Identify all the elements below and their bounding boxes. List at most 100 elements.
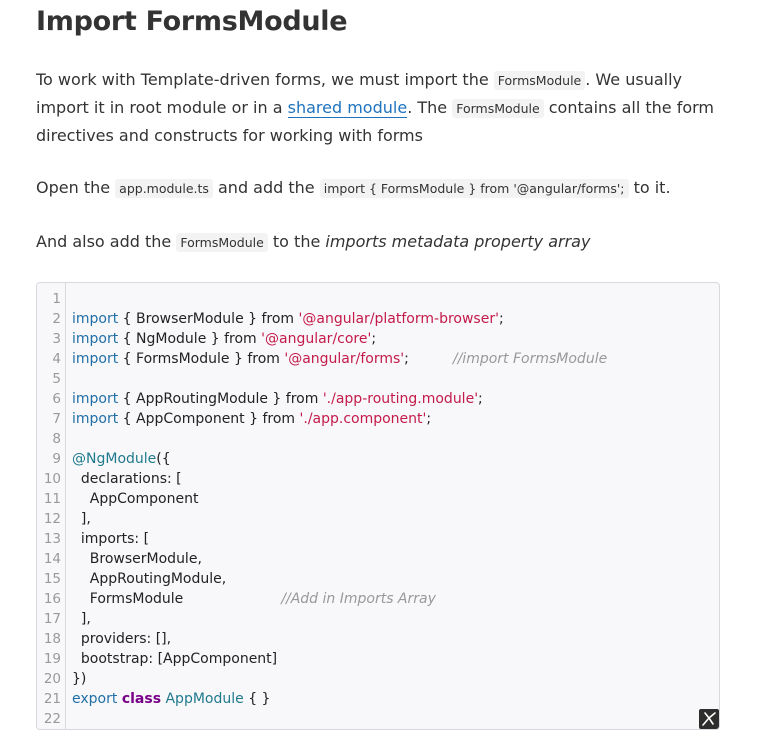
keyword: import [72,411,119,427]
keyword-class: class [121,691,162,707]
code-text: { } [243,691,271,707]
line-number: 17 [43,611,61,627]
code-comment: //import FormsModule [452,351,608,367]
imports-paragraph: And also add the FormsModule to the impo… [36,228,736,256]
line-number: 13 [43,531,61,547]
code-line: 8 [37,429,719,449]
string-literal: './app-routing.module' [322,391,479,407]
shared-module-link[interactable]: shared module [287,98,408,118]
code-text: ; [426,411,432,427]
keyword: import [72,311,119,327]
code-line: 1 [37,289,719,309]
code-text: ; [478,391,483,407]
code-line: 14 BrowserModule, [37,549,719,569]
code-line: 20}) [37,669,719,689]
code-line: 13 imports: [ [37,529,719,549]
code-text: FormsModule [72,591,184,607]
line-number: 6 [52,391,61,407]
code-text: { BrowserModule } from [118,311,299,327]
line-number: 21 [43,691,61,707]
para2-text-2: and add the [212,178,320,197]
para1-text-3: . The [407,98,453,117]
code-line: 2 import { BrowserModule } from '@angular… [37,309,719,329]
line-number: 16 [43,591,61,607]
code-text: { AppComponent } from [118,411,300,427]
class-name: AppModule [165,691,244,707]
code-line: 5 [37,369,719,389]
string-literal: '@angular/forms' [284,351,405,367]
line-number: 15 [43,571,61,587]
code-line: 6 import { AppRoutingModule } from './app… [37,389,719,409]
code-line: 21 export class AppModule { } [37,689,719,709]
line-number: 10 [43,471,61,487]
inline-code-import-statement: import { FormsModule } from '@angular/fo… [319,179,629,198]
line-number: 11 [43,491,61,507]
string-literal: '@angular/platform-browser' [298,311,499,327]
logo-glyph-icon [702,712,716,726]
inline-code-formsmodule-2: FormsModule [452,99,544,118]
code-line: 4 import { FormsModule } from '@angular/f… [37,349,719,369]
string-literal: './app.component' [299,411,427,427]
code-text: }) [72,671,87,687]
code-text: ; [404,351,409,367]
line-number: 5 [52,371,61,387]
intro-paragraph: To work with Template-driven forms, we m… [36,66,736,149]
code-text: ], [72,511,91,527]
code-line: 9 @NgModule({ [37,449,719,469]
imports-property-emphasis: imports metadata property array [325,232,591,251]
line-number: 20 [43,671,61,687]
code-text: { FormsModule } from [118,351,285,367]
keyword: import [72,331,119,347]
keyword: import [72,391,119,407]
code-line: 11 AppComponent [37,489,719,509]
code-text: ; [371,331,377,347]
code-line: 17 ], [37,609,719,629]
line-number: 12 [43,511,61,527]
line-number: 2 [52,311,61,327]
code-line: 19 bootstrap: [AppComponent] [37,649,719,669]
inline-code-formsmodule: FormsModule [493,71,586,90]
code-comment: //Add in Imports Array [281,591,436,607]
code-text: providers: [], [72,631,172,647]
line-number: 8 [52,431,61,447]
para3-text-2: to the [267,232,326,251]
line-number: 3 [52,331,61,347]
code-text: { NgModule } from [118,331,262,347]
code-line: 7 import { AppComponent } from './app.com… [37,409,719,429]
para2-text-3: to it. [628,178,671,197]
keyword: import [72,351,119,367]
keyword: export [72,691,118,707]
code-text: bootstrap: [AppComponent] [72,651,278,667]
line-number: 14 [43,551,61,567]
para2-text-1: Open the [36,178,116,197]
code-line: 15 AppRoutingModule, [37,569,719,589]
decorator: @NgModule [72,451,157,467]
code-line: 18 providers: [], [37,629,719,649]
page-title: Import FormsModule [36,6,348,37]
code-block[interactable]: 1 2 import { BrowserModule } from '@angul… [36,282,720,730]
code-text: ({ [156,451,171,467]
line-number: 9 [52,451,61,467]
code-line: 22 [37,709,719,729]
line-number: 7 [52,411,61,427]
code-text: AppComponent [72,491,199,507]
code-text: declarations: [ [72,471,182,487]
code-line: 12 ], [37,509,719,529]
code-text: ; [498,311,504,327]
code-line: 10 declarations: [ [37,469,719,489]
open-file-paragraph: Open the app.module.ts and add the impor… [36,174,736,202]
inline-code-filename: app.module.ts [115,179,213,198]
line-number: 1 [52,291,61,307]
line-number: 18 [43,631,61,647]
logo-icon[interactable] [699,709,719,729]
code-line: 3 import { NgModule } from '@angular/core… [37,329,719,349]
code-lines: 1 2 import { BrowserModule } from '@angul… [37,289,719,729]
string-literal: '@angular/core' [261,331,372,347]
code-text: AppRoutingModule, [72,571,227,587]
para1-text-1: To work with Template-driven forms, we m… [36,70,494,89]
line-number: 22 [43,711,61,727]
code-line: 16 FormsModule //Add in Imports Array [37,589,719,609]
code-text: BrowserModule, [72,551,202,567]
line-number: 19 [43,651,61,667]
code-text: imports: [ [72,531,150,547]
